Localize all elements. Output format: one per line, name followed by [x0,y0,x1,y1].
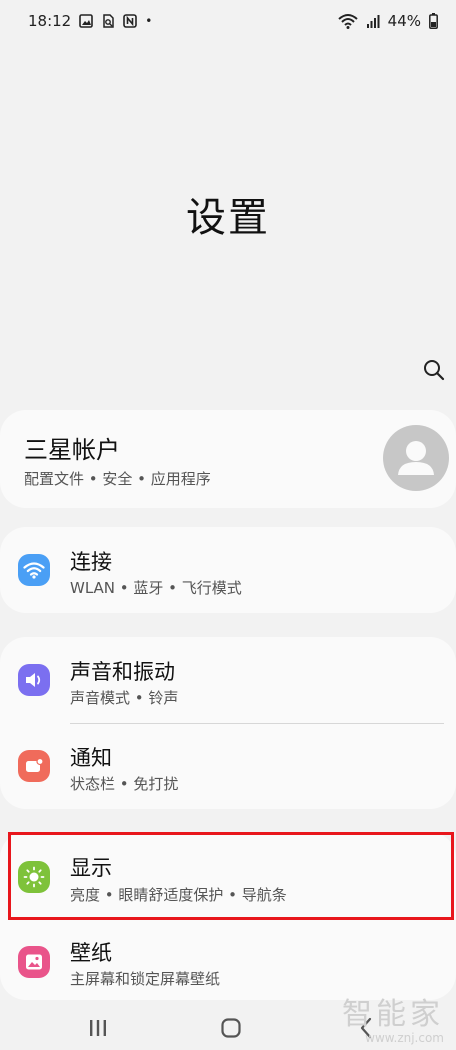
sound-notification-card: 声音和振动 声音模式 • 铃声 通知 状态栏 • 免打扰 [0,637,456,809]
gallery-notification-icon [79,14,94,28]
connections-icon-bg [18,554,50,586]
volume-icon [26,673,41,687]
nfc-icon [123,14,138,28]
home-icon[interactable] [220,1018,242,1038]
settings-item-title: 壁纸 [70,941,112,965]
status-left: 18:12 • [28,12,152,30]
notification-icon [26,758,44,772]
settings-item-title: 通知 [70,746,112,770]
status-time: 18:12 [28,12,72,30]
settings-item-wallpaper[interactable]: 壁纸 主屏幕和锁定屏幕壁纸 [0,920,456,1000]
connections-card: 连接 WLAN • 蓝牙 • 飞行模式 [0,527,456,613]
watermark-brand: 智能家 [342,997,444,1032]
recent-apps-icon[interactable] [88,1019,108,1037]
settings-item-sounds[interactable]: 声音和振动 声音模式 • 铃声 [0,637,456,723]
settings-item-connections[interactable]: 连接 WLAN • 蓝牙 • 飞行模式 [0,527,456,613]
avatar-icon[interactable] [383,425,449,491]
settings-item-subtitle: WLAN • 蓝牙 • 飞行模式 [70,579,242,597]
status-bar: 18:12 • 44% [0,0,456,42]
search-icon[interactable] [420,356,448,384]
watermark: 智能家 www.znj.com [342,997,444,1045]
status-right: 44% [337,12,438,30]
wallpaper-icon-bg [18,946,50,978]
sounds-icon-bg [18,664,50,696]
settings-item-notifications[interactable]: 通知 状态栏 • 免打扰 [0,724,456,809]
notifications-icon-bg [18,750,50,782]
battery-icon [429,13,438,29]
settings-item-subtitle: 主屏幕和锁定屏幕壁纸 [70,970,221,988]
battery-percent: 44% [387,12,421,30]
account-subtitle: 配置文件 • 安全 • 应用程序 [24,470,211,488]
settings-item-subtitle: 声音模式 • 铃声 [70,689,179,707]
highlight-box [8,832,454,920]
settings-item-title: 声音和振动 [70,660,175,684]
account-title: 三星帐户 [24,436,120,464]
account-card[interactable]: 三星帐户 配置文件 • 安全 • 应用程序 [0,410,456,508]
signal-icon [366,15,380,28]
page-title: 设置 [186,195,270,241]
image-icon [26,954,42,970]
status-dot: • [145,14,153,28]
settings-item-subtitle: 状态栏 • 免打扰 [70,775,179,793]
watermark-url: www.znj.com [365,1031,444,1045]
settings-item-title: 连接 [70,550,112,574]
wifi-status-icon [337,14,358,29]
screenshot-notification-icon [103,14,114,28]
wifi-icon [23,562,45,579]
